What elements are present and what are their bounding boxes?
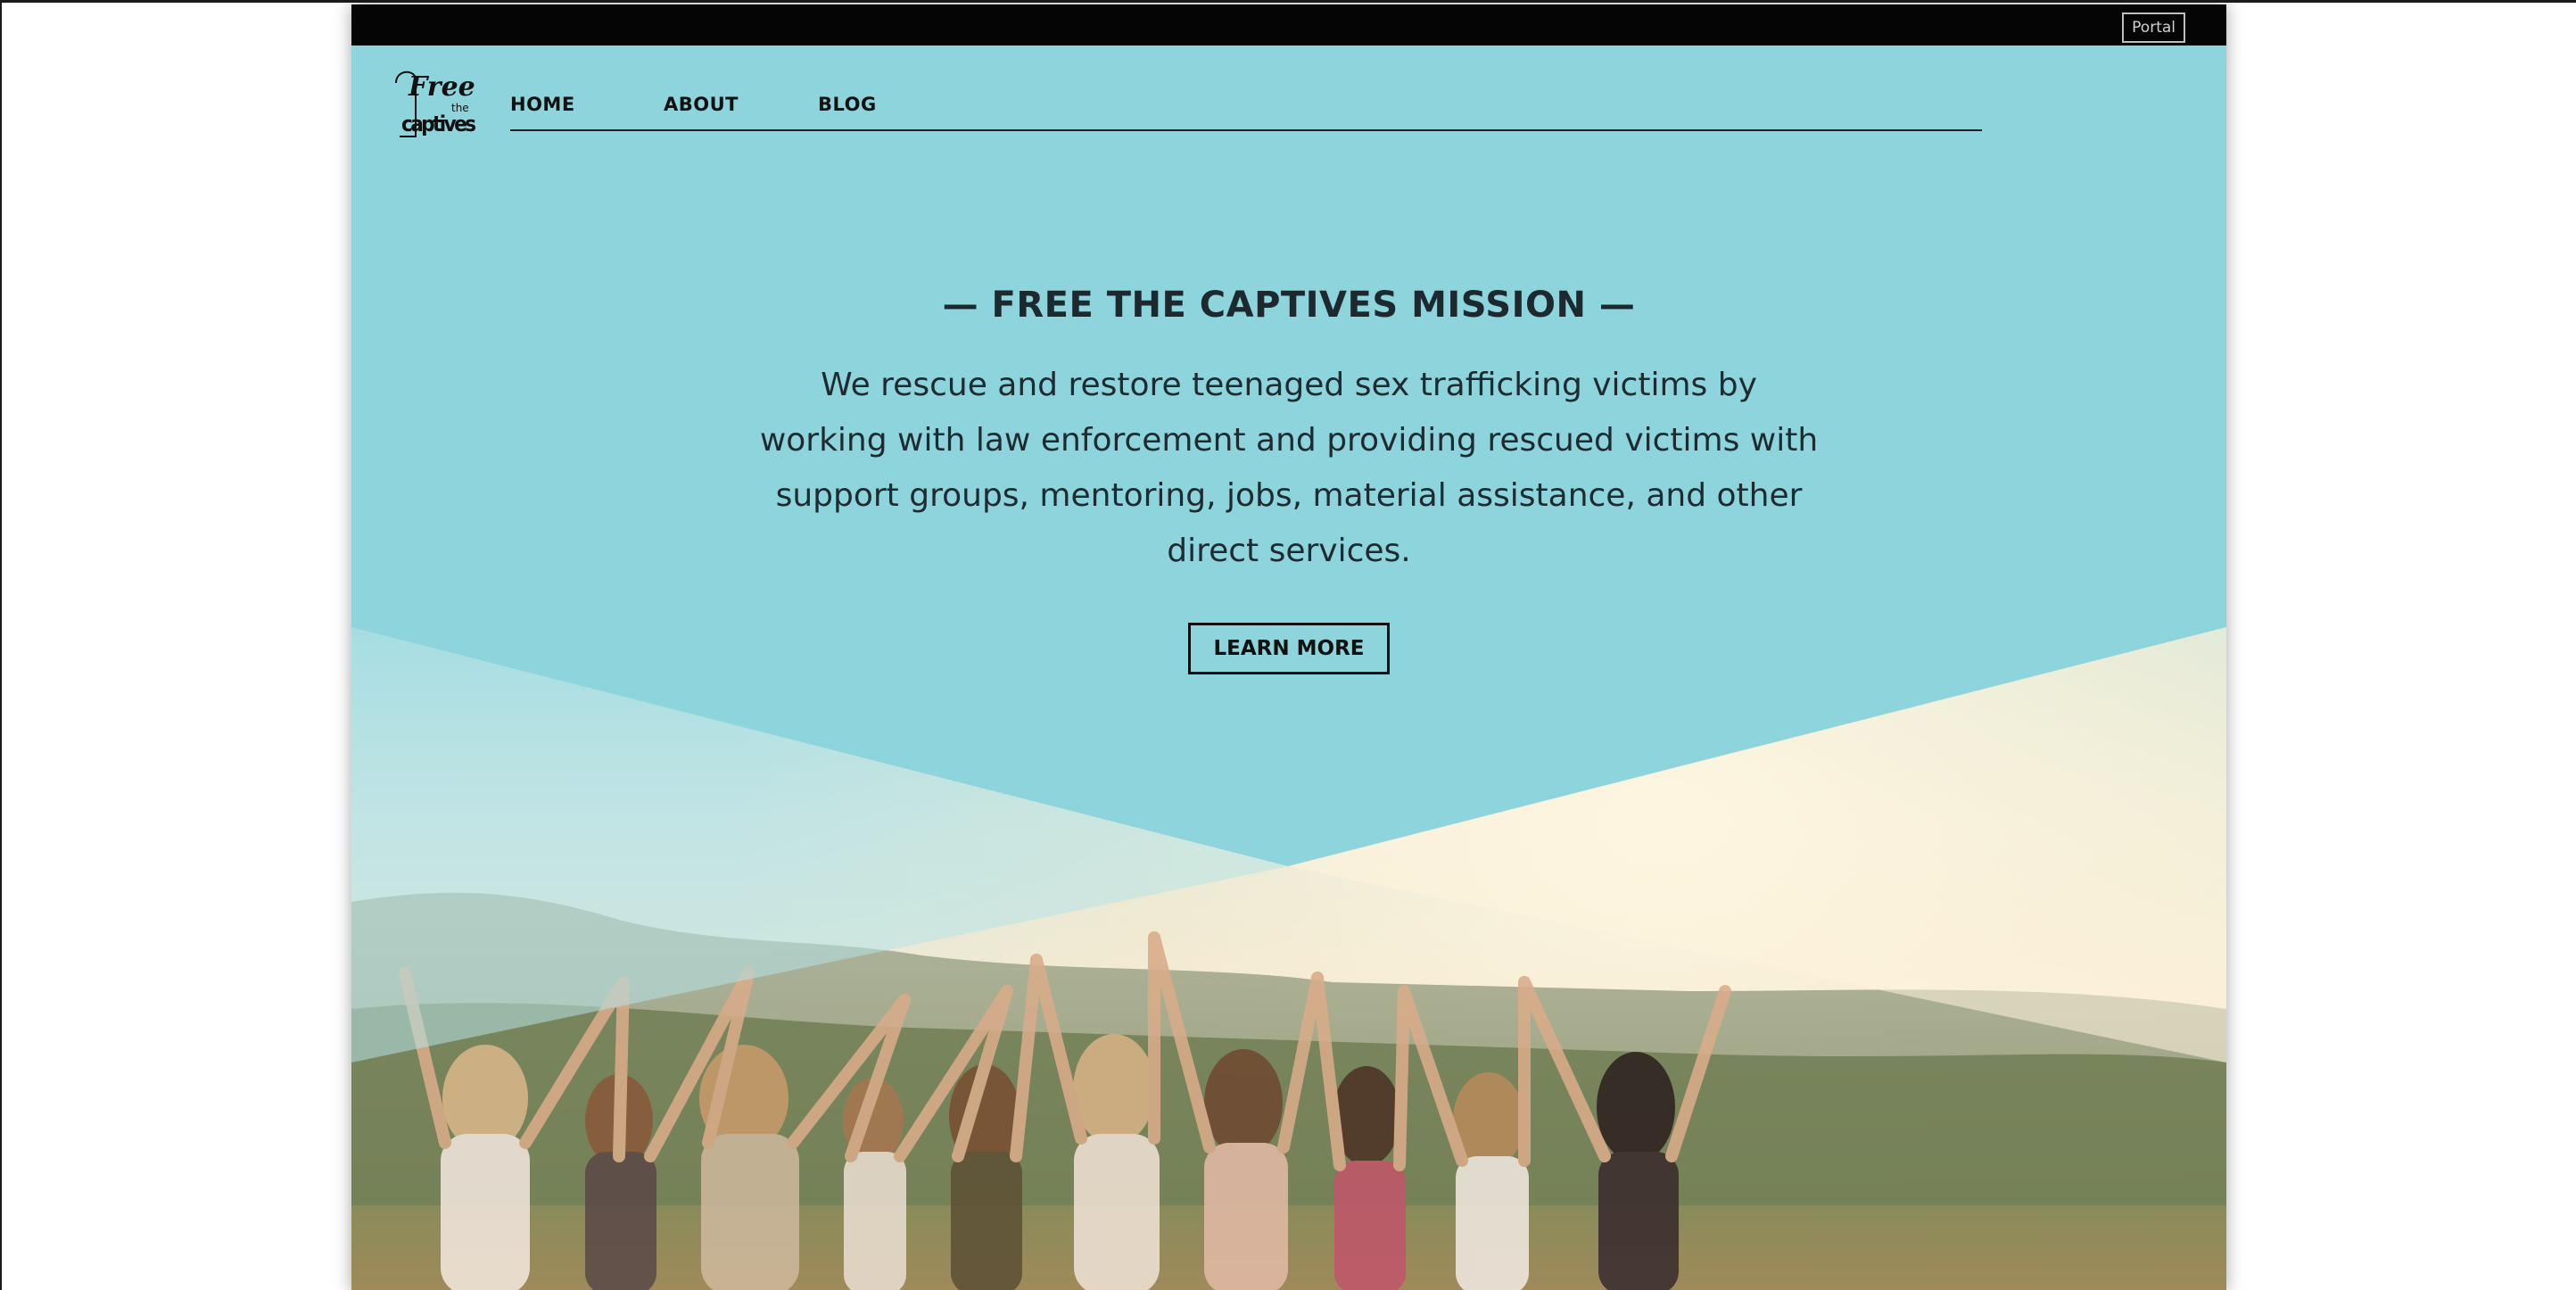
top-bar: Portal (351, 4, 2226, 45)
hero-section: Free the captives HOME ABOUT BLOG — FREE… (351, 45, 2226, 1290)
mission-statement: We rescue and restore teenaged sex traff… (759, 367, 1819, 569)
logo-text-free: Free (408, 71, 475, 103)
free-the-captives-logo[interactable]: Free the captives (389, 65, 478, 142)
portal-button[interactable]: Portal (2122, 12, 2185, 43)
nav-about-link[interactable]: ABOUT (664, 94, 739, 115)
main-navigation: HOME ABOUT BLOG (510, 94, 1982, 131)
website-page: Portal Free the captives HOME ABOUT BLOG… (351, 4, 2226, 1290)
learn-more-button[interactable]: LEARN MORE (1188, 623, 1390, 674)
nav-blog-link[interactable]: BLOG (818, 94, 877, 115)
browser-viewport: Portal Free the captives HOME ABOUT BLOG… (0, 0, 2576, 1290)
logo-text-captives: captives (401, 112, 476, 136)
nav-home-link[interactable]: HOME (510, 94, 575, 115)
mission-headline: — FREE THE CAPTIVES MISSION — (942, 285, 1636, 326)
